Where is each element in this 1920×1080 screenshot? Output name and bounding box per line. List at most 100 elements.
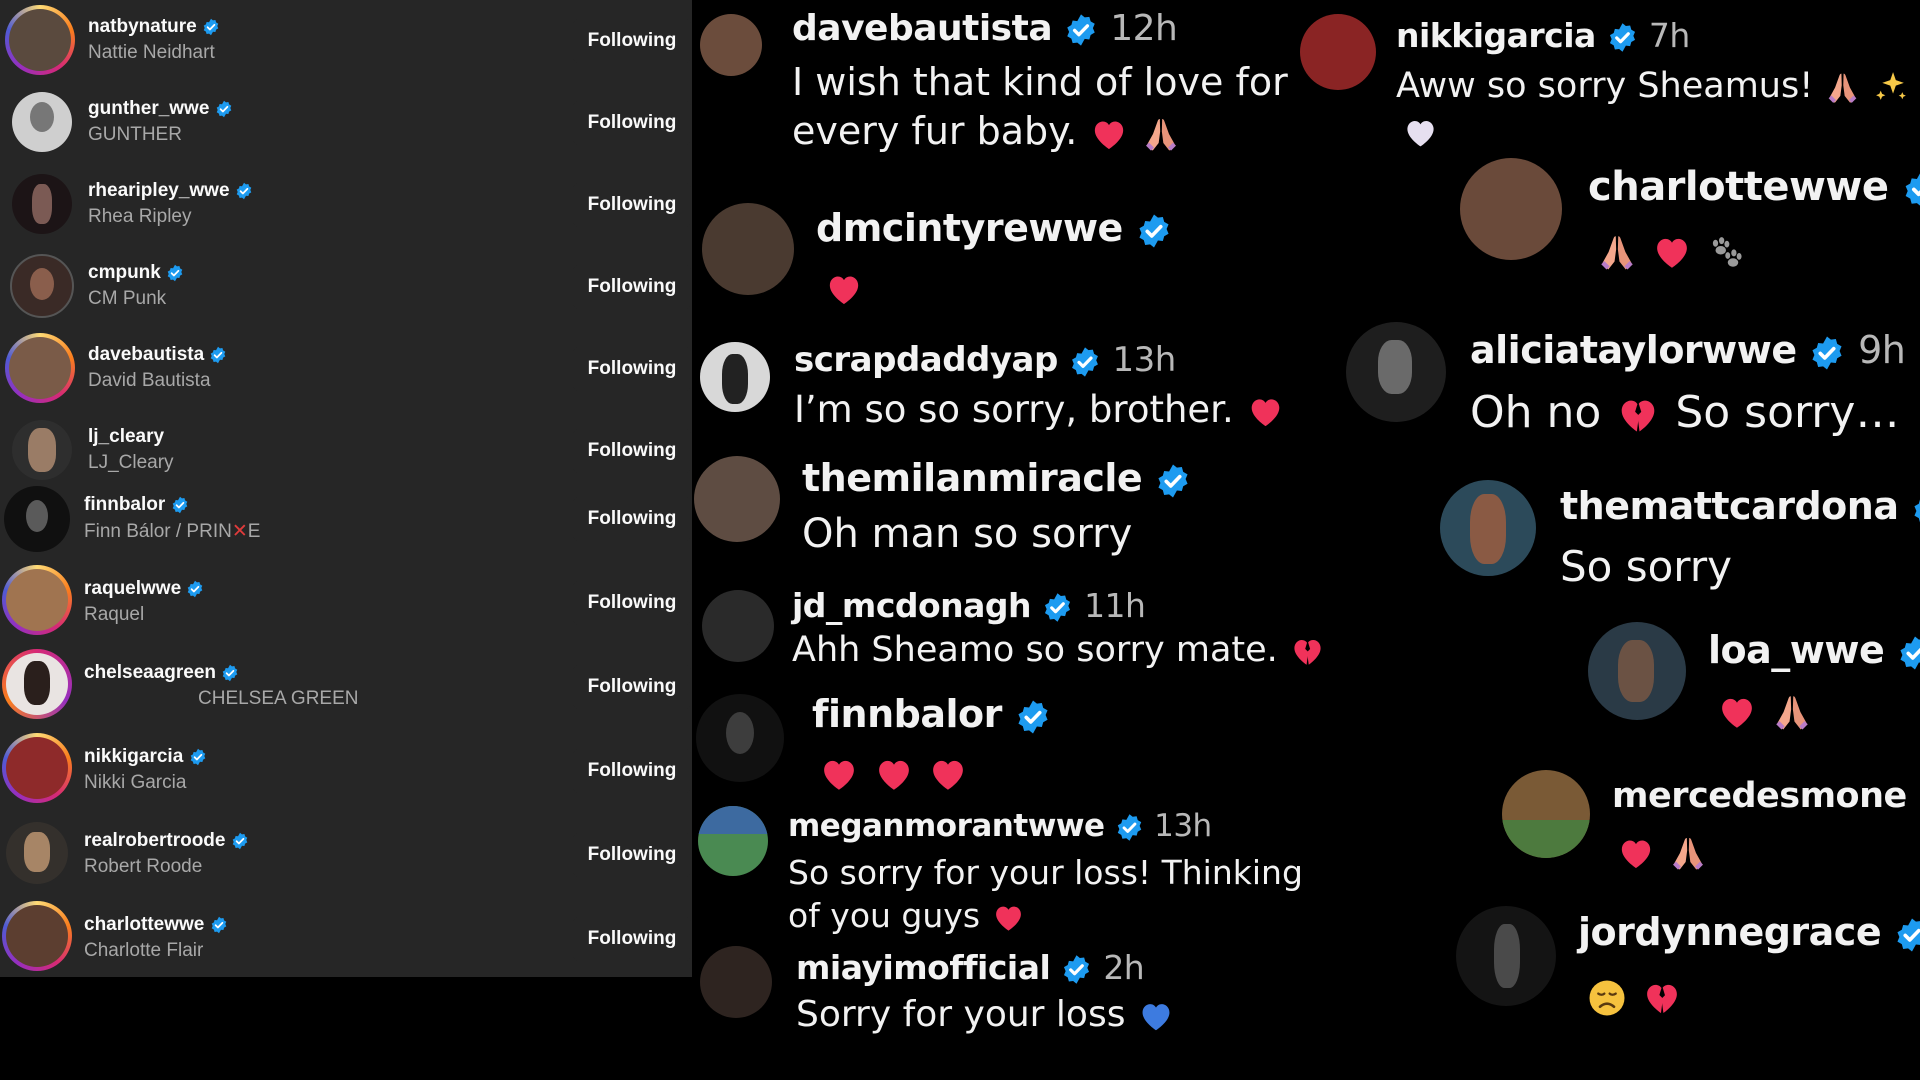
avatar[interactable]: [2, 901, 72, 971]
verified-badge-icon: [231, 832, 249, 850]
comment-text: I’m so so sorry, brother.: [794, 386, 1285, 434]
display-name: Nikki Garcia: [84, 772, 187, 793]
comment-username[interactable]: charlottewwe: [1588, 164, 1920, 210]
following-row-natbynature[interactable]: natbynature Nattie Neidhart Following: [0, 0, 692, 82]
avatar[interactable]: [5, 5, 75, 75]
comment-username[interactable]: finnbalor: [812, 692, 1051, 736]
comment-time: 11h: [1084, 586, 1146, 625]
following-row-rhearipley_wwe[interactable]: rhearipley_wwe Rhea Ripley Following: [0, 164, 692, 246]
following-button[interactable]: Following: [572, 428, 692, 474]
verified-badge-icon: [1136, 213, 1172, 249]
username[interactable]: realrobertroode: [84, 830, 249, 852]
avatar[interactable]: [694, 456, 780, 542]
avatar[interactable]: [700, 342, 770, 412]
avatar[interactable]: [1300, 14, 1376, 90]
following-row-raquelwwe[interactable]: raquelwwe Raquel Following: [0, 562, 692, 644]
cross-mark-icon: ✕: [231, 521, 248, 542]
following-button[interactable]: Following: [572, 264, 692, 310]
broken-heart-icon: [1615, 392, 1661, 438]
verified-badge-icon: [189, 748, 207, 766]
following-row-gunther_wwe[interactable]: gunther_wwe GUNTHER Following: [0, 82, 692, 164]
comment-time: 2h: [1103, 948, 1145, 987]
following-button[interactable]: Following: [572, 346, 692, 392]
verified-badge-icon: [1015, 699, 1051, 735]
comment-username[interactable]: mercedesmone: [1612, 776, 1920, 816]
username[interactable]: lj_cleary: [88, 426, 164, 448]
following-button[interactable]: Following: [572, 748, 692, 794]
avatar[interactable]: [1460, 158, 1562, 260]
comment-username[interactable]: aliciataylorwwe 9h: [1470, 328, 1906, 372]
avatar[interactable]: [702, 203, 794, 295]
comment-time: 13h: [1112, 340, 1177, 380]
avatar[interactable]: [1456, 906, 1556, 1006]
avatar[interactable]: [702, 590, 774, 662]
comment-username[interactable]: jd_mcdonagh 11h: [792, 586, 1146, 625]
comment-username[interactable]: loa_wwe: [1708, 628, 1920, 672]
comment-username[interactable]: themattcardona: [1560, 484, 1920, 528]
username[interactable]: nikkigarcia: [84, 746, 207, 768]
username[interactable]: charlottewwe: [84, 914, 228, 936]
avatar[interactable]: [1588, 622, 1686, 720]
comment-username[interactable]: themilanmiracle: [802, 456, 1191, 500]
display-name: CM Punk: [88, 288, 167, 309]
following-button[interactable]: Following: [572, 916, 692, 962]
username[interactable]: raquelwwe: [84, 578, 204, 600]
avatar[interactable]: [696, 694, 784, 782]
avatar[interactable]: [12, 420, 72, 480]
username[interactable]: cmpunk: [88, 262, 184, 284]
comment-username[interactable]: miayimofficial 2h: [796, 948, 1145, 987]
comment-username[interactable]: nikkigarcia 7h: [1396, 16, 1690, 55]
comment-username[interactable]: davebautista 12h: [792, 8, 1178, 49]
verified-badge-icon: [1911, 491, 1920, 527]
comment-username[interactable]: jordynnegrace: [1578, 910, 1920, 954]
following-button[interactable]: Following: [572, 18, 692, 64]
following-row-chelseaagreen[interactable]: chelseaagreen CHELSEA GREEN Following: [0, 646, 692, 728]
avatar[interactable]: [10, 254, 74, 318]
comment-username[interactable]: dmcintyrewwe: [816, 206, 1172, 250]
avatar[interactable]: [2, 733, 72, 803]
username[interactable]: natbynature: [88, 16, 220, 38]
verified-badge-icon: [209, 346, 227, 364]
avatar[interactable]: [4, 486, 70, 552]
avatar[interactable]: [1346, 322, 1446, 422]
avatar[interactable]: [700, 14, 762, 76]
avatar[interactable]: [5, 333, 75, 403]
broken-heart-icon: [1641, 977, 1683, 1019]
username[interactable]: rhearipley_wwe: [88, 180, 253, 202]
red-heart-icon: [927, 753, 969, 795]
username[interactable]: davebautista: [88, 344, 227, 366]
verified-badge-icon: [1064, 13, 1098, 47]
avatar[interactable]: [6, 822, 68, 884]
comment-text: [824, 262, 864, 311]
following-button[interactable]: Following: [572, 496, 692, 542]
red-heart-icon: [818, 753, 860, 795]
avatar[interactable]: [2, 649, 72, 719]
following-row-cmpunk[interactable]: cmpunk CM Punk Following: [0, 246, 692, 328]
following-row-davebautista[interactable]: davebautista David Bautista Following: [0, 328, 692, 410]
avatar[interactable]: [12, 92, 72, 152]
avatar[interactable]: [2, 565, 72, 635]
avatar[interactable]: [1440, 480, 1536, 576]
following-button[interactable]: Following: [572, 100, 692, 146]
following-button[interactable]: Following: [572, 182, 692, 228]
username[interactable]: chelseaagreen: [84, 662, 239, 684]
username[interactable]: finnbalor: [84, 494, 189, 516]
avatar[interactable]: [12, 174, 72, 234]
avatar[interactable]: [1502, 770, 1590, 858]
comment-username[interactable]: meganmorantwwe 13h: [788, 808, 1212, 844]
following-button[interactable]: Following: [572, 580, 692, 626]
following-row-realrobertroode[interactable]: realrobertroode Robert Roode Following: [0, 814, 692, 896]
avatar[interactable]: [698, 806, 768, 876]
username[interactable]: gunther_wwe: [88, 98, 233, 120]
comment-text: Oh man so sorry: [802, 511, 1133, 557]
avatar[interactable]: [700, 946, 772, 1018]
comment-username[interactable]: scrapdaddyap 13h: [794, 340, 1176, 380]
following-row-charlottewwe[interactable]: charlottewwe Charlotte Flair Following: [0, 898, 692, 980]
following-button[interactable]: Following: [572, 664, 692, 710]
following-row-finnbalor[interactable]: finnbalor Finn Bálor / PRIN✕E Following: [0, 478, 692, 560]
display-name: Rhea Ripley: [88, 206, 192, 227]
comment-text: Ahh Sheamo so sorry mate.: [792, 628, 1326, 674]
following-row-nikkigarcia[interactable]: nikkigarcia Nikki Garcia Following: [0, 730, 692, 812]
following-button[interactable]: Following: [572, 832, 692, 878]
display-name: CHELSEA GREEN: [198, 688, 359, 709]
